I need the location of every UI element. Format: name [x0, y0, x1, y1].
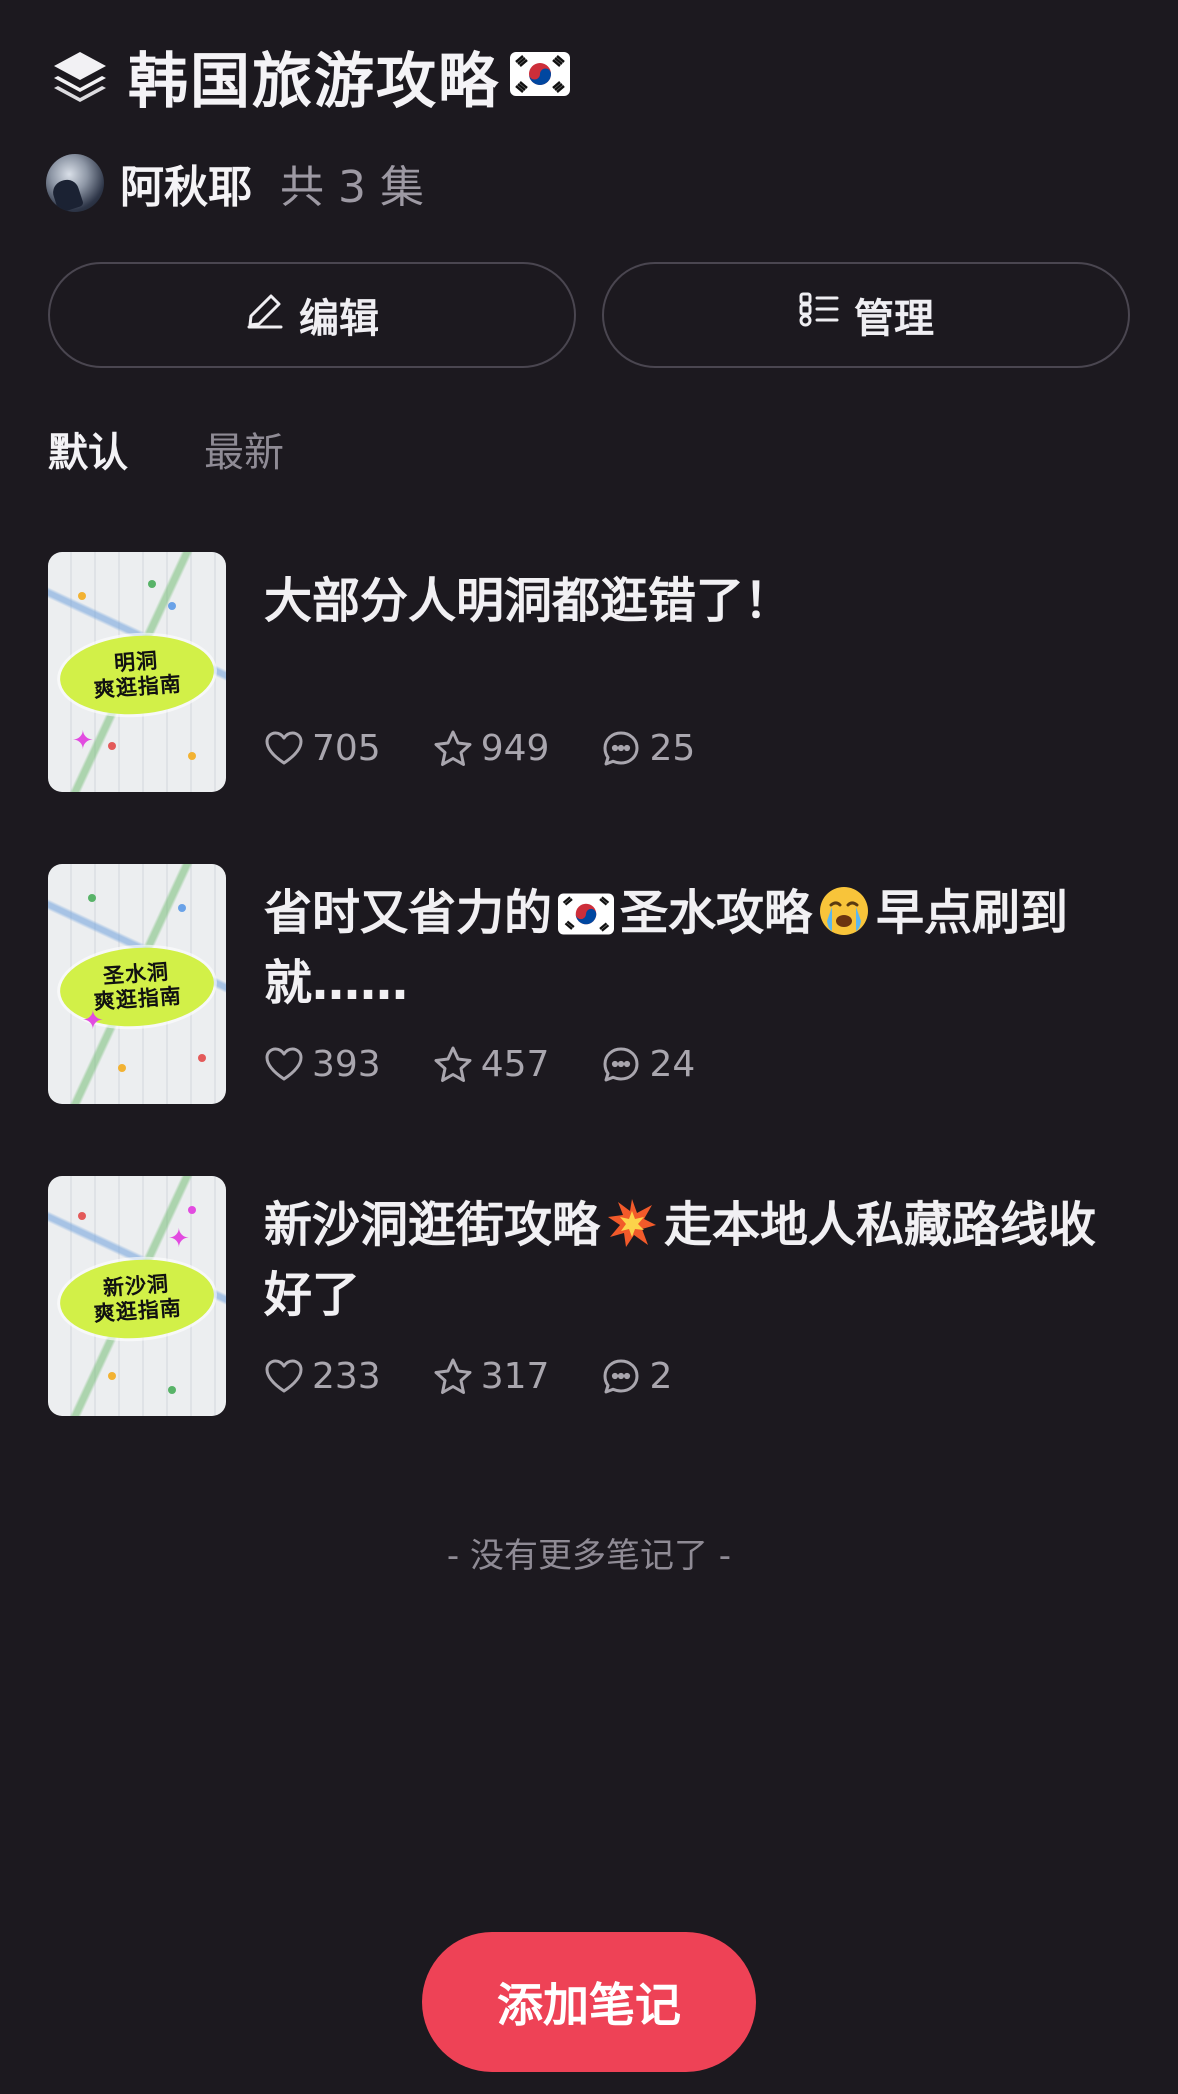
like-stat[interactable]: 705	[264, 728, 381, 769]
note-thumbnail[interactable]: 新沙洞 爽逛指南 ✦	[48, 1176, 226, 1416]
star-count: 457	[480, 1044, 550, 1085]
note-title[interactable]: 新沙洞逛街攻略 走本地人私藏路线收好了	[264, 1194, 1134, 1326]
star-count: 317	[480, 1356, 550, 1397]
like-count: 705	[312, 728, 381, 769]
edit-button[interactable]: 编辑	[48, 262, 576, 368]
like-count: 233	[312, 1356, 381, 1397]
note-stats: 233 317 2	[264, 1356, 724, 1397]
layers-icon	[48, 44, 112, 108]
page-title: 韩国旅游攻略	[128, 46, 500, 117]
south-korea-flag-icon	[558, 888, 615, 950]
note-title[interactable]: 省时又省力的 圣水攻略 早点刷到就……	[264, 882, 1134, 1014]
tab-latest[interactable]: 最新	[204, 420, 284, 478]
comment-icon	[603, 1047, 639, 1081]
comment-stat[interactable]: 25	[601, 728, 695, 769]
note-stats: 393 457 24	[264, 1044, 747, 1085]
avatar[interactable]	[46, 154, 104, 212]
collision-icon	[606, 1197, 658, 1264]
thumbnail-label: 明洞 爽逛指南	[57, 630, 217, 720]
author-name[interactable]: 阿秋耶	[120, 151, 252, 215]
star-icon	[434, 1358, 472, 1394]
south-korea-flag-icon	[510, 52, 570, 100]
tab-default[interactable]: 默认	[48, 420, 128, 478]
heart-icon	[265, 1047, 303, 1080]
note-title[interactable]: 大部分人明洞都逛错了！	[264, 570, 1134, 632]
comment-icon	[603, 731, 639, 765]
note-thumbnail[interactable]: 圣水洞 爽逛指南 ✦	[48, 864, 226, 1104]
heart-icon	[265, 1359, 303, 1392]
comment-count: 24	[649, 1044, 696, 1085]
star-icon	[434, 730, 472, 766]
pencil-icon	[245, 290, 299, 340]
edit-label: 编辑	[299, 296, 379, 342]
star-stat[interactable]: 317	[433, 1356, 550, 1397]
star-stat[interactable]: 949	[433, 728, 550, 769]
star-count: 949	[480, 728, 550, 769]
add-note-button[interactable]: 添加笔记	[422, 1932, 756, 2072]
author-row: 阿秋耶 共 3 集	[46, 152, 424, 214]
like-stat[interactable]: 233	[264, 1356, 381, 1397]
like-count: 393	[312, 1044, 381, 1085]
list-icon	[798, 290, 854, 340]
note-item[interactable]: 明洞 爽逛指南 ✦ 大部分人明洞都逛错了！ 705 949 25	[48, 552, 1138, 792]
no-more-notes: - 没有更多笔记了 -	[446, 1536, 732, 1576]
manage-button[interactable]: 管理	[602, 262, 1130, 368]
crying-face-icon	[818, 885, 870, 952]
comment-stat[interactable]: 24	[601, 1044, 695, 1085]
collection-header: 韩国旅游攻略	[48, 38, 570, 117]
note-item[interactable]: 新沙洞 爽逛指南 ✦ 新沙洞逛街攻略 走本地人私藏路线收好了 233 317 2	[48, 1176, 1138, 1416]
manage-label: 管理	[854, 296, 934, 342]
comment-stat[interactable]: 2	[601, 1356, 672, 1397]
like-stat[interactable]: 393	[264, 1044, 381, 1085]
thumbnail-label: 新沙洞 爽逛指南	[57, 1254, 217, 1344]
note-stats: 705 949 25	[264, 728, 747, 769]
episode-count: 共 3 集	[280, 162, 424, 213]
star-icon	[434, 1046, 472, 1082]
note-thumbnail[interactable]: 明洞 爽逛指南 ✦	[48, 552, 226, 792]
comment-icon	[603, 1359, 639, 1393]
comment-count: 2	[649, 1356, 673, 1397]
note-item[interactable]: 圣水洞 爽逛指南 ✦ 省时又省力的 圣水攻略 早点刷到就…… 393 457 2…	[48, 864, 1138, 1104]
comment-count: 25	[649, 728, 696, 769]
star-stat[interactable]: 457	[433, 1044, 550, 1085]
heart-icon	[265, 731, 303, 764]
